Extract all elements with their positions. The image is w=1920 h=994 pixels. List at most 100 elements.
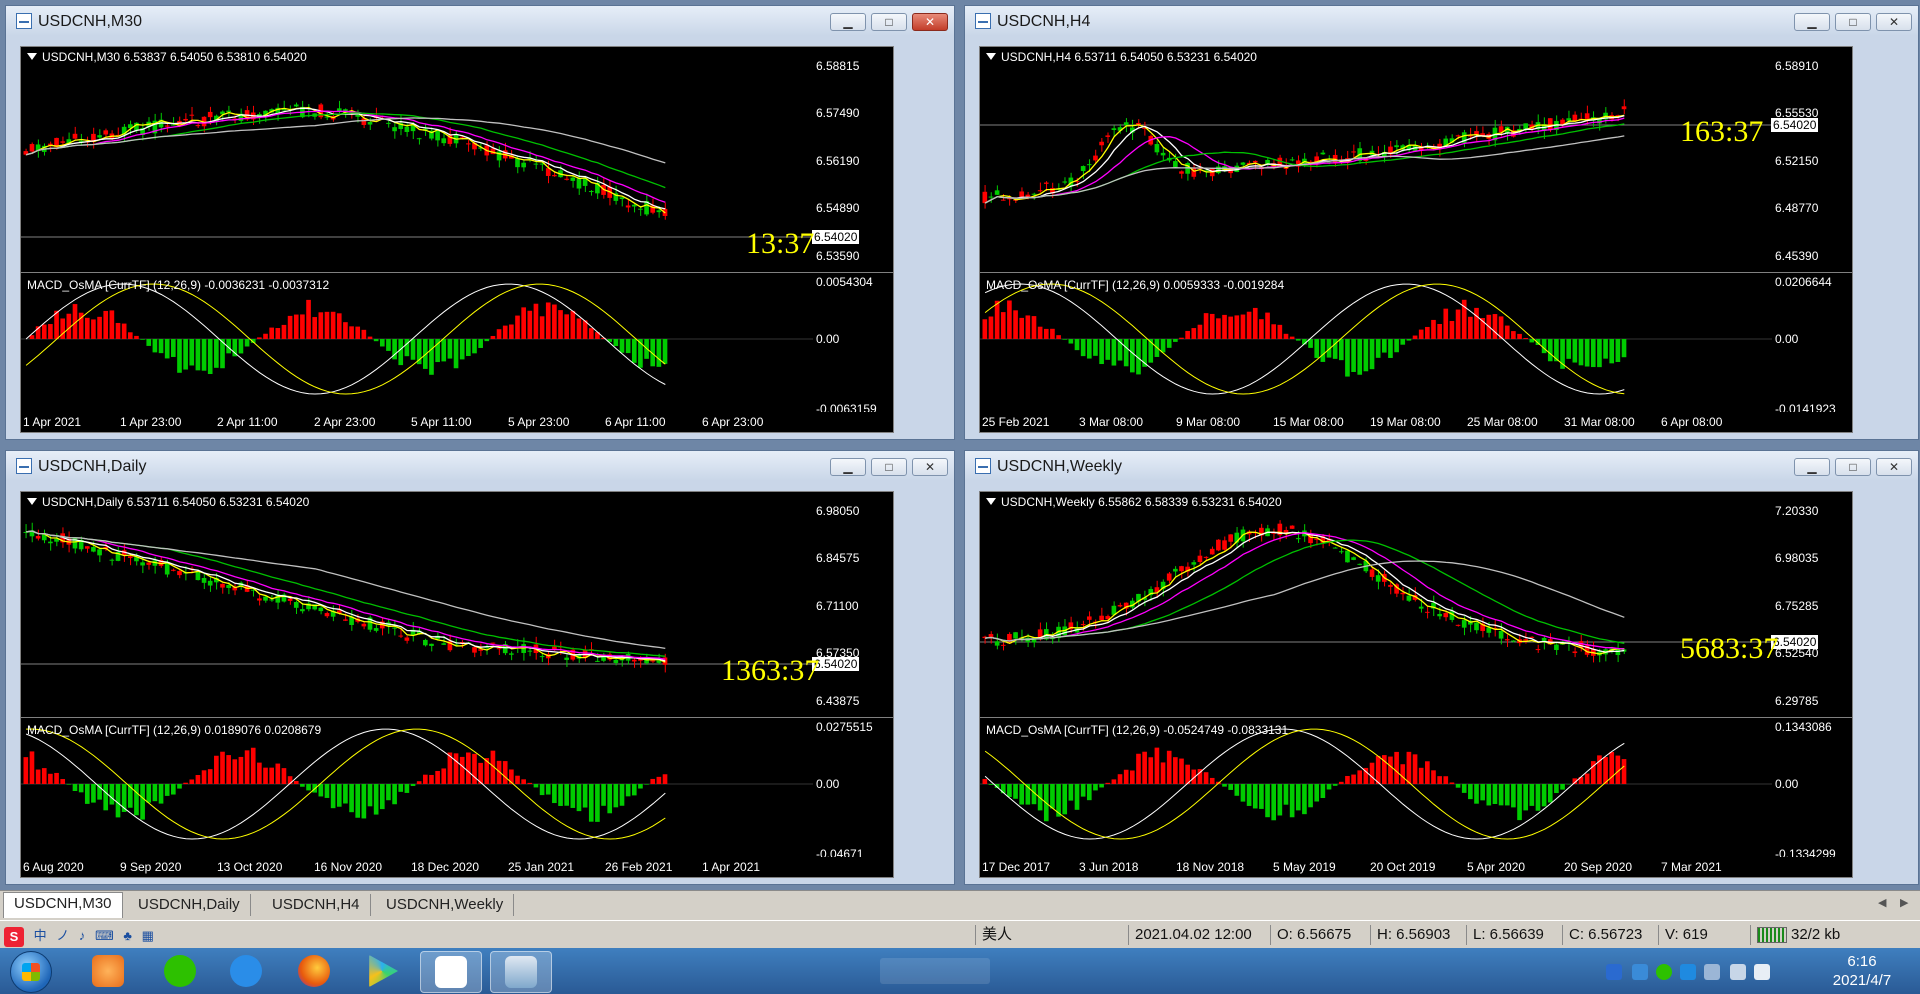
macd-pane[interactable]: MACD_OsMA [CurrTF] (12,26,9) 0.0189076 0… (21, 719, 893, 861)
close-button[interactable]: ✕ (1876, 13, 1912, 31)
osma-bar (72, 784, 78, 791)
chart-header[interactable]: USDCNH,M30 6.53837 6.54050 6.53810 6.540… (27, 50, 307, 64)
chart-frame[interactable]: USDCNH,Weekly 6.55862 6.58339 6.53231 6.… (979, 491, 1853, 878)
price-pane[interactable]: USDCNH,H4 6.53711 6.54050 6.53231 6.5402… (980, 47, 1852, 273)
ime-toolbar[interactable]: S 中 ノ ♪ ⌨ ♣ ▦ (4, 925, 204, 947)
window-titlebar[interactable]: USDCNH,M30 ▁ □ ✕ (6, 6, 954, 36)
taskbar-player[interactable] (352, 951, 412, 991)
tray-volume-icon[interactable] (1730, 964, 1746, 980)
osma-bar (1173, 757, 1178, 784)
taskbar-metatrader[interactable] (490, 951, 552, 993)
maximize-button[interactable]: □ (1835, 458, 1871, 476)
tray-shield-icon[interactable] (1680, 964, 1696, 980)
chart-window-3[interactable]: USDCNH,Daily ▁ □ ✕ USDCNH,Daily 6.53711 6.54… (5, 450, 955, 885)
chart-header[interactable]: USDCNH,Weekly 6.55862 6.58339 6.53231 6.… (986, 495, 1282, 509)
tray-usb-icon[interactable] (1606, 964, 1622, 980)
tab-scroll-right-icon[interactable]: ▶ (1900, 896, 1908, 909)
osma-bar (1209, 313, 1215, 339)
candle (1166, 152, 1172, 163)
maximize-button[interactable]: □ (871, 458, 907, 476)
chart-tab[interactable]: USDCNH,H4 (262, 894, 371, 916)
taskbar-firefox[interactable] (284, 951, 344, 991)
window-titlebar[interactable]: USDCNH,H4 ▁ □ ✕ (965, 6, 1918, 36)
status-profile[interactable]: 美人 (975, 925, 1102, 945)
candle (1338, 547, 1344, 554)
osma-bar (453, 753, 459, 784)
candle (1523, 123, 1529, 133)
start-button[interactable] (10, 951, 52, 993)
ime-mic-icon[interactable]: ♪ (79, 928, 86, 943)
chart-window-4[interactable]: USDCNH,Weekly ▁ □ ✕ USDCNH,Weekly 6.55862 6.… (964, 450, 1919, 885)
osma-bar (1345, 775, 1350, 784)
window-titlebar[interactable]: USDCNH,Weekly ▁ □ ✕ (965, 451, 1918, 481)
close-button[interactable]: ✕ (912, 13, 948, 31)
close-button[interactable]: ✕ (1876, 458, 1912, 476)
macd-pane[interactable]: MACD_OsMA [CurrTF] (12,26,9) -0.0036231 … (21, 274, 893, 416)
ime-mode[interactable]: 中 (34, 925, 47, 944)
tray-wechat-icon[interactable] (1656, 964, 1672, 980)
ime-logo-icon[interactable]: S (4, 926, 24, 947)
taskbar-sogou[interactable] (78, 951, 138, 991)
chart-menu-arrow-icon[interactable] (27, 53, 37, 60)
taskbar-wechat[interactable] (150, 951, 210, 991)
close-button[interactable]: ✕ (912, 458, 948, 476)
chart-tab[interactable]: USDCNH,M30 (3, 892, 123, 918)
osma-bar (435, 770, 440, 784)
taskbar-baidu-netdisk[interactable] (420, 951, 482, 993)
chart-frame[interactable]: USDCNH,H4 6.53711 6.54050 6.53231 6.5402… (979, 46, 1853, 433)
ime-shirt-icon[interactable]: ♣ (123, 928, 132, 943)
chart-frame[interactable]: USDCNH,Daily 6.53711 6.54050 6.53231 6.5… (20, 491, 894, 878)
osma-bar (429, 339, 434, 375)
osma-bar (1043, 328, 1049, 339)
tray-baidu-icon[interactable] (1632, 964, 1648, 980)
chart-header[interactable]: USDCNH,Daily 6.53711 6.54050 6.53231 6.5… (27, 495, 309, 509)
time-axis: 25 Feb 2021 3 Mar 08:00 9 Mar 08:00 15 Mar … (980, 412, 1852, 432)
chart-menu-arrow-icon[interactable] (986, 498, 996, 505)
price-pane[interactable]: USDCNH,M30 6.53837 6.54050 6.53810 6.540… (21, 47, 893, 273)
chart-window-icon[interactable] (975, 13, 991, 29)
maximize-button[interactable]: □ (871, 13, 907, 31)
osma-bar (1406, 339, 1412, 341)
tray-signal-icon[interactable] (1754, 964, 1770, 980)
osma-bar (306, 784, 311, 791)
candle (1019, 187, 1025, 198)
osma-bar (275, 763, 281, 784)
ime-keyboard-icon[interactable]: ⌨ (95, 928, 114, 944)
taskbar-search[interactable] (880, 958, 990, 984)
price-pane[interactable]: USDCNH,Weekly 6.55862 6.58339 6.53231 6.… (980, 492, 1852, 718)
window-titlebar[interactable]: USDCNH,Daily ▁ □ ✕ (6, 451, 954, 481)
minimize-button[interactable]: ▁ (1794, 13, 1830, 31)
tray-network-icon[interactable] (1704, 964, 1720, 980)
status-traffic[interactable]: 32/2 kb (1750, 925, 1877, 945)
chart-window-icon[interactable] (16, 458, 32, 474)
macd-pane[interactable]: MACD_OsMA [CurrTF] (12,26,9) 0.0059333 -… (980, 274, 1852, 416)
taskbar-notes[interactable] (216, 951, 276, 991)
candle (1357, 141, 1363, 164)
maximize-button[interactable]: □ (1835, 13, 1871, 31)
chart-menu-arrow-icon[interactable] (27, 498, 37, 505)
minimize-button[interactable]: ▁ (830, 13, 866, 31)
osma-bar (361, 784, 367, 819)
ime-grid-icon[interactable]: ▦ (142, 928, 154, 944)
ime-punct-icon[interactable]: ノ (56, 925, 69, 944)
chart-header[interactable]: USDCNH,H4 6.53711 6.54050 6.53231 6.5402… (986, 50, 1257, 64)
chart-window-2[interactable]: USDCNH,H4 ▁ □ ✕ USDCNH,H4 6.53711 6.54050 6.… (964, 5, 1919, 440)
macd-pane[interactable]: MACD_OsMA [CurrTF] (12,26,9) -0.0524749 … (980, 719, 1852, 861)
taskbar-clock[interactable]: 6:16 2021/4/7 (1822, 952, 1902, 990)
minimize-button[interactable]: ▁ (1794, 458, 1830, 476)
moving-average-line-4 (26, 530, 666, 657)
time-axis-label: 17 Dec 2017 (982, 860, 1051, 874)
tab-scroll-left-icon[interactable]: ◀ (1878, 896, 1886, 909)
price-pane[interactable]: USDCNH,Daily 6.53711 6.54050 6.53231 6.5… (21, 492, 893, 718)
chart-window-icon[interactable] (975, 458, 991, 474)
candle (35, 139, 41, 158)
chart-tab[interactable]: USDCNH,Weekly (376, 894, 515, 916)
chart-window-icon[interactable] (16, 13, 32, 29)
chart-menu-arrow-icon[interactable] (986, 53, 996, 60)
osma-bar (1388, 339, 1393, 358)
minimize-button[interactable]: ▁ (830, 458, 866, 476)
chart-window-1[interactable]: USDCNH,M30 ▁ □ ✕ USDCNH,M30 6.53837 6.54050 … (5, 5, 955, 440)
chart-tab[interactable]: USDCNH,Daily (128, 894, 251, 916)
chart-frame[interactable]: USDCNH,M30 6.53837 6.54050 6.53810 6.540… (20, 46, 894, 433)
osma-bar (1443, 776, 1449, 784)
